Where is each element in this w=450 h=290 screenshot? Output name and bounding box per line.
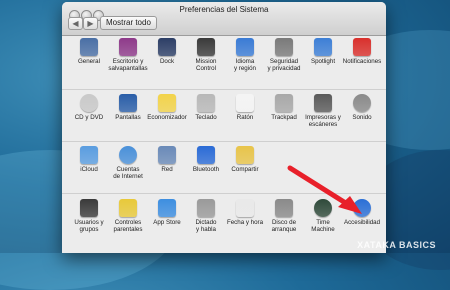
annotation-arrow (287, 165, 362, 214)
watermark: XATAKA BASICS (357, 240, 436, 250)
